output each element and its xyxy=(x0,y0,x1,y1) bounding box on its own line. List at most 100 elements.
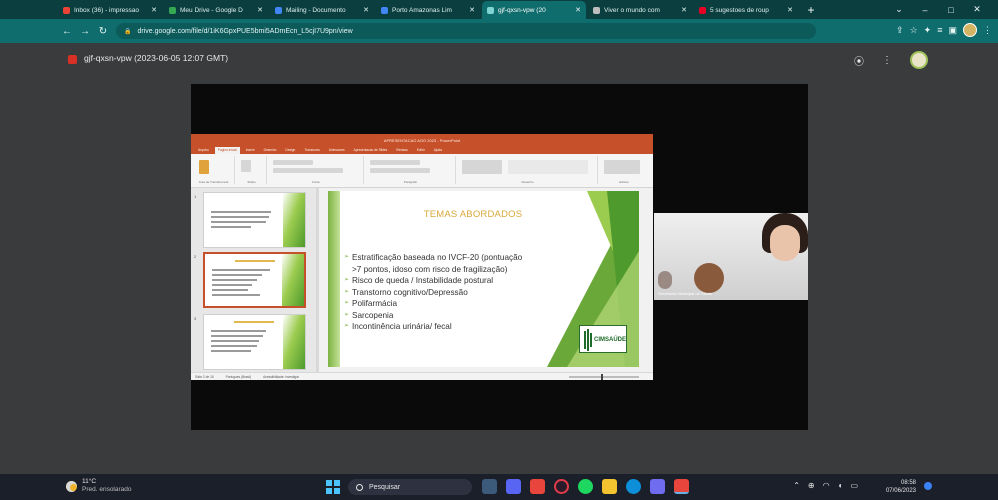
thumb-line xyxy=(211,211,271,213)
ppt-tab: Apresentacao de Slides xyxy=(353,148,388,152)
bullet-item: Polifarmácia xyxy=(344,298,576,310)
profile-avatar[interactable] xyxy=(963,23,977,37)
add-shortcut-icon[interactable]: ⦿ xyxy=(854,53,864,68)
close-icon[interactable]: ✕ xyxy=(681,6,687,14)
network-app-icon[interactable]: ⊕ xyxy=(808,481,815,490)
ribbon-group: Slides xyxy=(237,156,267,184)
bullet-item: Incontinência urinária/ fecal xyxy=(344,321,576,333)
thumb-line xyxy=(211,216,269,218)
account-avatar[interactable] xyxy=(910,51,928,69)
thumb-line xyxy=(211,330,266,332)
slide-thumbnail xyxy=(203,314,306,370)
minimize-button[interactable]: – xyxy=(912,5,938,15)
menu-icon[interactable]: ⋮ xyxy=(983,25,992,36)
battery-icon[interactable]: ▭ xyxy=(850,481,858,490)
chevron-up-icon[interactable]: ⌃ xyxy=(793,481,800,490)
ribbon-group-label: Area de Transferencia xyxy=(198,180,229,184)
ppt-tab: Exibir xyxy=(416,148,425,152)
url-text: drive.google.com/file/d/1iK6GpxPUE5bmi5A… xyxy=(137,27,353,35)
thumb-line xyxy=(211,350,251,352)
ppt-title-bar: APRESENTACAO AGO 2023 - PowerPoint xyxy=(191,134,653,146)
close-icon[interactable]: ✕ xyxy=(257,6,263,14)
weather-desc: Pred. ensolarado xyxy=(82,486,132,493)
thumb-line xyxy=(211,226,251,228)
back-icon[interactable]: ← xyxy=(58,26,76,37)
taskbar-search[interactable]: Pesquisar xyxy=(348,479,472,495)
reload-icon[interactable]: ↻ xyxy=(94,26,112,37)
slide-title: TEMAS ABORDADOS xyxy=(423,209,523,220)
opera-icon[interactable] xyxy=(554,479,569,494)
ppt-status-bar: Slide 2 de 15 Portugues (Brasil) Acessib… xyxy=(191,372,653,380)
close-icon[interactable]: ✕ xyxy=(469,6,475,14)
status-language: Portugues (Brasil) xyxy=(225,374,252,379)
thumb-line xyxy=(212,269,270,271)
maximize-button[interactable]: □ xyxy=(938,5,964,15)
ribbon-group-label: Fonte xyxy=(312,180,320,184)
windows-logo-icon xyxy=(326,480,332,486)
ribbon-group: Desenho xyxy=(458,156,598,184)
edge-icon[interactable] xyxy=(626,479,641,494)
tab-label: Mailing - Documento xyxy=(286,6,346,14)
media-icon[interactable]: ≡ xyxy=(937,25,942,35)
share-icon[interactable]: ⇪ xyxy=(896,25,904,36)
video-file-icon xyxy=(68,55,77,64)
viewer-header: gjf-qxsn-vpw (2023-06-05 12:07 GMT) ⦿ ⋮ xyxy=(0,43,998,75)
ppt-tab: Revisao xyxy=(396,148,408,152)
sidepanel-icon[interactable]: ▣ xyxy=(948,25,957,36)
notification-icon[interactable] xyxy=(924,482,932,490)
thumb-line xyxy=(211,340,259,342)
chrome-icon[interactable] xyxy=(530,479,545,494)
ribbon-group-label: Edicao xyxy=(619,180,629,184)
styles-icon xyxy=(508,160,588,174)
participant-camera-tile: Secretaria Municipal de Saude xyxy=(654,213,808,300)
taskbar-clock[interactable]: 08:58 07/06/2023 xyxy=(886,479,916,495)
spotify-icon[interactable] xyxy=(578,479,593,494)
weather-widget[interactable]: 11°C Pred. ensolarado xyxy=(66,478,132,494)
wifi-icon[interactable]: ◠ xyxy=(823,481,830,490)
drive-video-icon xyxy=(487,6,494,14)
teams-icon[interactable] xyxy=(650,479,665,494)
tab-video-active[interactable]: gjf-qxsn-vpw (20 ✕ xyxy=(482,1,586,19)
tab-mailing[interactable]: Mailing - Documento ✕ xyxy=(270,1,374,19)
thumb-number: 3 xyxy=(194,316,197,321)
clock-date: 07/06/2023 xyxy=(885,488,916,494)
new-tab-button[interactable]: + xyxy=(804,1,818,19)
tab-porto[interactable]: Porto Amazonas Lim ✕ xyxy=(376,1,480,19)
close-window-button[interactable]: ✕ xyxy=(964,4,990,15)
chat-app-icon[interactable] xyxy=(506,479,521,494)
more-options-icon[interactable]: ⋮ xyxy=(882,55,892,66)
task-view-icon[interactable] xyxy=(482,479,497,494)
weather-temp: 11°C xyxy=(82,478,97,485)
ppt-tab: Transicoes xyxy=(304,148,320,152)
file-explorer-icon[interactable] xyxy=(602,479,617,494)
forward-icon[interactable]: → xyxy=(76,26,94,37)
tab-drive[interactable]: Meu Drive - Google D ✕ xyxy=(164,1,268,19)
tab-sugestoes[interactable]: 5 sugestoes de roup ✕ xyxy=(694,1,798,19)
toolbar-actions: ⇪ ☆ ✦ ≡ ▣ ⋮ xyxy=(896,23,992,37)
tab-search-icon[interactable]: ⌄ xyxy=(886,4,912,15)
address-bar-row: ← → ↻ 🔒 drive.google.com/file/d/1iK6GpxP… xyxy=(0,19,998,43)
tab-viver[interactable]: Viver o mundo com ✕ xyxy=(588,1,692,19)
close-icon[interactable]: ✕ xyxy=(363,6,369,14)
volume-icon[interactable]: ◖ xyxy=(838,481,843,490)
gmail-icon xyxy=(63,6,70,14)
extensions-icon[interactable]: ✦ xyxy=(924,25,932,36)
thumb-line xyxy=(211,335,263,337)
close-icon[interactable]: ✕ xyxy=(787,6,793,14)
taskbar-apps xyxy=(482,479,689,494)
tab-label: Inbox (36) - impressao xyxy=(74,6,140,14)
bullet-item: Estratificação baseada no IVCF-20 (pontu… xyxy=(344,252,576,264)
bookmark-star-icon[interactable]: ☆ xyxy=(910,25,918,36)
ribbon-group: Area de Transferencia xyxy=(193,156,235,184)
close-icon[interactable]: ✕ xyxy=(575,6,581,14)
pane-divider xyxy=(316,188,319,372)
bullet-item: Transtorno cognitivo/Depressão xyxy=(344,287,576,299)
start-button[interactable] xyxy=(326,480,340,494)
close-icon[interactable]: ✕ xyxy=(151,6,157,14)
tab-label: gjf-qxsn-vpw (20 xyxy=(498,6,546,14)
tab-gmail[interactable]: Inbox (36) - impressao ✕ xyxy=(58,1,162,19)
participant-person xyxy=(658,271,672,289)
thumb-number: 2 xyxy=(194,254,197,259)
url-field[interactable]: 🔒 drive.google.com/file/d/1iK6GpxPUE5bmi… xyxy=(116,23,816,39)
chrome-active-icon[interactable] xyxy=(674,479,689,494)
